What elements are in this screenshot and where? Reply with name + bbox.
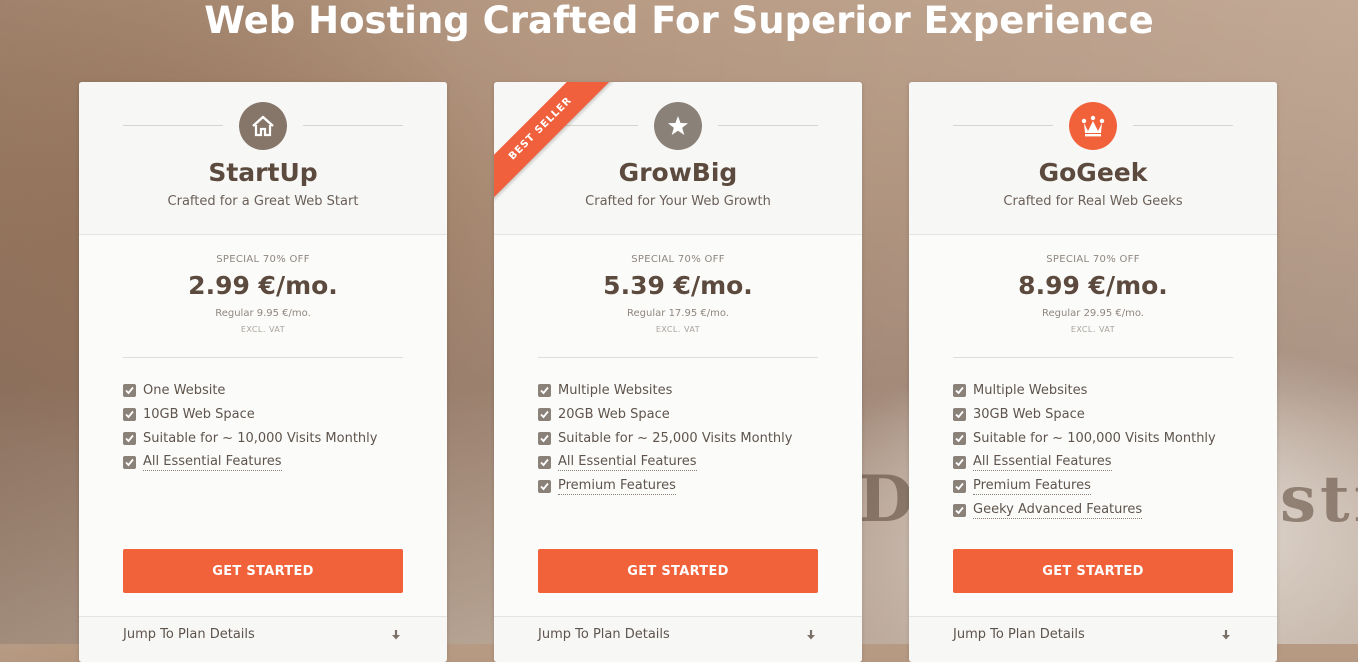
price-block: SPECIAL 70% OFF 5.39 €/mo. Regular 17.95…	[494, 254, 862, 334]
feature-list: One Website 10GB Web Space Suitable for …	[123, 378, 377, 474]
crown-icon	[1069, 102, 1117, 150]
feature-label: 30GB Web Space	[973, 406, 1085, 422]
jump-label: Jump To Plan Details	[953, 627, 1085, 642]
divider	[953, 357, 1233, 358]
feature-item: Multiple Websites	[538, 378, 792, 402]
vat-note: EXCL. VAT	[1070, 325, 1116, 334]
feature-label: Multiple Websites	[558, 382, 673, 398]
jump-to-plan-details[interactable]: Jump To Plan Details	[909, 616, 1277, 662]
checkbox-icon	[953, 431, 966, 445]
page-headline: Web Hosting Crafted For Superior Experie…	[204, 0, 1154, 42]
feature-label: Suitable for ~ 25,000 Visits Monthly	[558, 430, 793, 446]
checkbox-icon	[953, 503, 966, 517]
plan-card-growbig: GrowBig Crafted for Your Web Growth BEST…	[494, 82, 862, 662]
regular-price: Regular 17.95 €/mo.	[627, 308, 729, 319]
feature-item: All Essential Features	[538, 450, 792, 474]
plan-header: GoGeek Crafted for Real Web Geeks	[909, 82, 1277, 235]
star-icon	[654, 102, 702, 150]
background-sign-text: sti	[1280, 462, 1358, 537]
feature-label: Suitable for ~ 10,000 Visits Monthly	[143, 430, 378, 446]
discount-label: SPECIAL 70% OFF	[216, 254, 310, 265]
divider	[1133, 125, 1233, 126]
jump-to-plan-details[interactable]: Jump To Plan Details	[79, 616, 447, 662]
vat-note: EXCL. VAT	[240, 325, 286, 334]
feature-link[interactable]: Premium Features	[973, 478, 1091, 495]
get-started-button[interactable]: GET STARTED	[538, 549, 818, 593]
feature-item: 10GB Web Space	[123, 402, 377, 426]
feature-list: Multiple Websites 20GB Web Space Suitabl…	[538, 378, 792, 498]
plan-tagline: Crafted for Real Web Geeks	[1003, 194, 1183, 209]
checkbox-icon	[123, 455, 136, 469]
checkbox-icon	[123, 383, 136, 397]
divider	[953, 125, 1053, 126]
checkbox-icon	[953, 407, 966, 421]
plan-card-gogeek: GoGeek Crafted for Real Web Geeks SPECIA…	[909, 82, 1277, 662]
plan-price: 5.39 €/mo.	[603, 271, 753, 300]
feature-link[interactable]: All Essential Features	[143, 454, 282, 471]
feature-item: All Essential Features	[953, 450, 1216, 474]
best-seller-ribbon: BEST SELLER	[494, 82, 620, 208]
feature-label: Suitable for ~ 100,000 Visits Monthly	[973, 430, 1216, 446]
jump-label: Jump To Plan Details	[538, 627, 670, 642]
checkbox-icon	[538, 431, 551, 445]
arrow-down-icon	[392, 630, 400, 640]
checkbox-icon	[538, 407, 551, 421]
feature-item: Suitable for ~ 100,000 Visits Monthly	[953, 426, 1216, 450]
feature-item: 30GB Web Space	[953, 402, 1216, 426]
feature-label: 10GB Web Space	[143, 406, 255, 422]
checkbox-icon	[953, 455, 966, 469]
feature-item: Suitable for ~ 10,000 Visits Monthly	[123, 426, 377, 450]
plan-card-startup: StartUp Crafted for a Great Web Start SP…	[79, 82, 447, 662]
get-started-button[interactable]: GET STARTED	[123, 549, 403, 593]
plan-price: 2.99 €/mo.	[188, 271, 338, 300]
house-icon	[239, 102, 287, 150]
price-block: SPECIAL 70% OFF 2.99 €/mo. Regular 9.95 …	[79, 254, 447, 334]
feature-label: One Website	[143, 382, 226, 398]
feature-link[interactable]: Geeky Advanced Features	[973, 502, 1143, 519]
feature-item: One Website	[123, 378, 377, 402]
feature-item: Multiple Websites	[953, 378, 1216, 402]
get-started-button[interactable]: GET STARTED	[953, 549, 1233, 593]
ribbon-label: BEST SELLER	[494, 82, 612, 200]
feature-item: Suitable for ~ 25,000 Visits Monthly	[538, 426, 792, 450]
checkbox-icon	[538, 455, 551, 469]
checkbox-icon	[538, 383, 551, 397]
arrow-down-icon	[807, 630, 815, 640]
checkbox-icon	[123, 431, 136, 445]
divider	[718, 125, 818, 126]
arrow-down-icon	[1222, 630, 1230, 640]
checkbox-icon	[538, 479, 551, 493]
price-block: SPECIAL 70% OFF 8.99 €/mo. Regular 29.95…	[909, 254, 1277, 334]
plan-name: GoGeek	[1038, 158, 1148, 187]
divider	[123, 125, 223, 126]
feature-list: Multiple Websites 30GB Web Space Suitabl…	[953, 378, 1216, 522]
jump-to-plan-details[interactable]: Jump To Plan Details	[494, 616, 862, 662]
checkbox-icon	[123, 407, 136, 421]
checkbox-icon	[953, 383, 966, 397]
feature-item: Geeky Advanced Features	[953, 498, 1216, 522]
feature-item: Premium Features	[538, 474, 792, 498]
checkbox-icon	[953, 479, 966, 493]
feature-item: Premium Features	[953, 474, 1216, 498]
divider	[538, 357, 818, 358]
divider	[123, 357, 403, 358]
jump-label: Jump To Plan Details	[123, 627, 255, 642]
plan-tagline: Crafted for a Great Web Start	[167, 194, 359, 209]
vat-note: EXCL. VAT	[655, 325, 701, 334]
plan-header: StartUp Crafted for a Great Web Start	[79, 82, 447, 235]
divider	[303, 125, 403, 126]
regular-price: Regular 29.95 €/mo.	[1042, 308, 1144, 319]
regular-price: Regular 9.95 €/mo.	[215, 308, 311, 319]
plan-price: 8.99 €/mo.	[1018, 271, 1168, 300]
discount-label: SPECIAL 70% OFF	[1046, 254, 1140, 265]
feature-link[interactable]: Premium Features	[558, 478, 676, 495]
feature-label: Multiple Websites	[973, 382, 1088, 398]
feature-label: 20GB Web Space	[558, 406, 670, 422]
feature-item: All Essential Features	[123, 450, 377, 474]
plan-name: StartUp	[208, 158, 318, 187]
discount-label: SPECIAL 70% OFF	[631, 254, 725, 265]
feature-link[interactable]: All Essential Features	[558, 454, 697, 471]
feature-item: 20GB Web Space	[538, 402, 792, 426]
feature-link[interactable]: All Essential Features	[973, 454, 1112, 471]
